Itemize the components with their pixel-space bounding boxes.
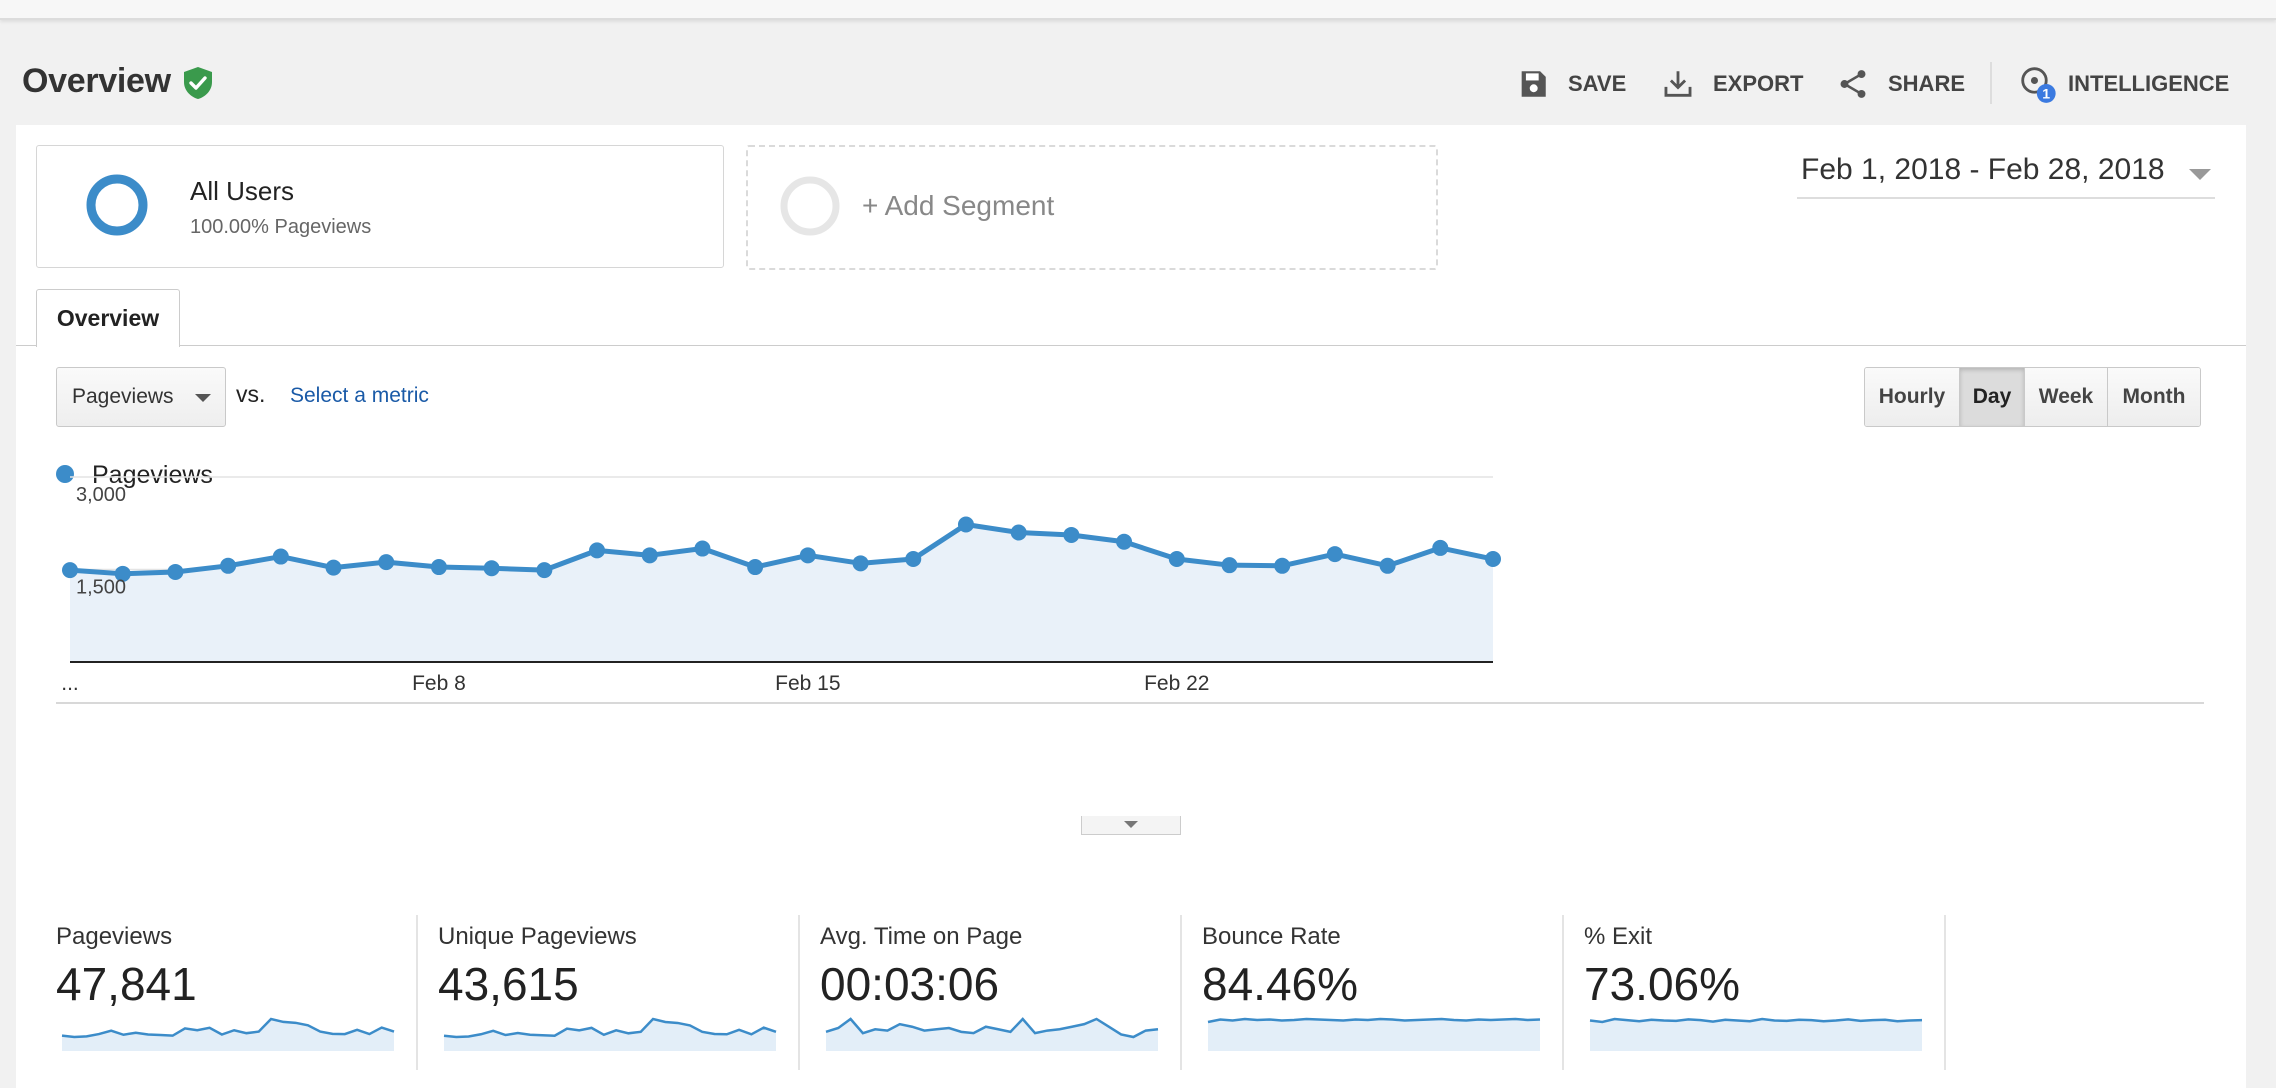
- intelligence-icon: 1: [2021, 67, 2056, 103]
- data-point: [852, 555, 869, 572]
- export-button[interactable]: EXPORT: [1661, 66, 1803, 102]
- x-tick-label: ...: [61, 672, 79, 695]
- stat-sparkline: [443, 1017, 777, 1051]
- stat-bounce-rate[interactable]: Bounce Rate 84.46%: [1202, 915, 1582, 1070]
- stat-label: % Exit: [1584, 923, 1653, 950]
- stat-sparkline: [1589, 1017, 1923, 1051]
- data-point: [1063, 526, 1080, 543]
- data-point: [1116, 533, 1133, 550]
- stat-value: 73.06%: [1584, 958, 1741, 1010]
- data-point: [167, 563, 184, 580]
- share-label: SHARE: [1888, 71, 1966, 96]
- stat-divider: [798, 915, 800, 1070]
- data-point: [378, 554, 395, 571]
- save-label: SAVE: [1568, 71, 1627, 96]
- x-tick-label: Feb 15: [775, 672, 840, 695]
- data-point: [272, 548, 289, 565]
- data-point: [536, 562, 553, 579]
- data-point: [957, 516, 974, 533]
- stat-divider: [1944, 915, 1946, 1070]
- series-area: [70, 524, 1493, 662]
- stat-value: 00:03:06: [820, 958, 1000, 1010]
- data-point: [799, 547, 816, 564]
- top-bar: [0, 0, 2276, 20]
- stat-divider: [416, 915, 418, 1070]
- stat-value: 84.46%: [1202, 958, 1359, 1010]
- save-icon: [1521, 71, 1546, 97]
- y-tick-label: 3,000: [76, 484, 126, 506]
- stat-label: Bounce Rate: [1202, 923, 1341, 950]
- data-point: [1168, 551, 1185, 568]
- stat-sparkline: [61, 1017, 395, 1051]
- stat-avg-time-on-page[interactable]: Avg. Time on Page 00:03:06: [820, 915, 1200, 1070]
- export-label: EXPORT: [1713, 71, 1804, 96]
- data-point: [1379, 557, 1396, 574]
- data-point: [430, 559, 447, 576]
- share-button[interactable]: SHARE: [1836, 66, 1965, 102]
- verified-shield-icon: [184, 67, 212, 99]
- stat-divider: [1180, 915, 1182, 1070]
- stat-value: 43,615: [438, 958, 579, 1010]
- sparkline-area: [1208, 1019, 1540, 1051]
- sparkline-area: [1590, 1019, 1922, 1051]
- data-point: [1485, 551, 1501, 568]
- action-divider: [1990, 62, 1992, 104]
- share-icon: [1840, 70, 1866, 98]
- intelligence-button[interactable]: 1 INTELLIGENCE: [2018, 66, 2230, 103]
- sparkline-area: [826, 1019, 1158, 1051]
- data-point: [1274, 557, 1291, 574]
- pageviews-chart: 3,000 1,500... Feb 8 Feb 15 Feb 22: [56, 476, 2204, 704]
- x-tick-label: Feb 22: [1144, 672, 1209, 695]
- data-point: [1432, 539, 1449, 556]
- chart-collapse-toggle[interactable]: [1081, 816, 1181, 835]
- y-tick-label: 1,500: [76, 577, 126, 599]
- data-point: [747, 559, 764, 576]
- page-title: Overview: [22, 62, 171, 100]
- data-point: [589, 542, 606, 559]
- stat-exit-rate[interactable]: % Exit 73.06%: [1584, 915, 1964, 1070]
- data-point: [905, 551, 922, 568]
- data-point: [483, 560, 500, 577]
- data-point: [220, 557, 237, 574]
- save-button[interactable]: SAVE: [1516, 66, 1626, 102]
- stat-label: Pageviews: [56, 923, 173, 950]
- x-tick-label: Feb 8: [412, 672, 466, 695]
- stat-unique-pageviews[interactable]: Unique Pageviews 43,615: [438, 915, 818, 1070]
- stat-sparkline: [825, 1017, 1159, 1051]
- data-point: [1010, 524, 1027, 541]
- stat-pageviews[interactable]: Pageviews 47,841: [56, 915, 436, 1070]
- intelligence-label: INTELLIGENCE: [2068, 71, 2230, 96]
- data-point: [1221, 557, 1238, 574]
- data-point: [694, 540, 711, 557]
- stat-divider: [1562, 915, 1564, 1070]
- tab-overview[interactable]: Overview: [36, 289, 180, 347]
- data-point: [1326, 546, 1343, 563]
- data-point: [325, 559, 342, 576]
- stat-label: Avg. Time on Page: [820, 923, 1023, 950]
- report-panel: All Users 100.00% Pageviews + Add Segmen…: [16, 125, 2246, 1088]
- download-icon: [1664, 71, 1692, 97]
- stat-value: 47,841: [56, 958, 197, 1010]
- stat-label: Unique Pageviews: [438, 923, 637, 950]
- intelligence-badge: 1: [2042, 86, 2050, 102]
- stat-sparkline: [1207, 1017, 1541, 1051]
- data-point: [641, 547, 658, 564]
